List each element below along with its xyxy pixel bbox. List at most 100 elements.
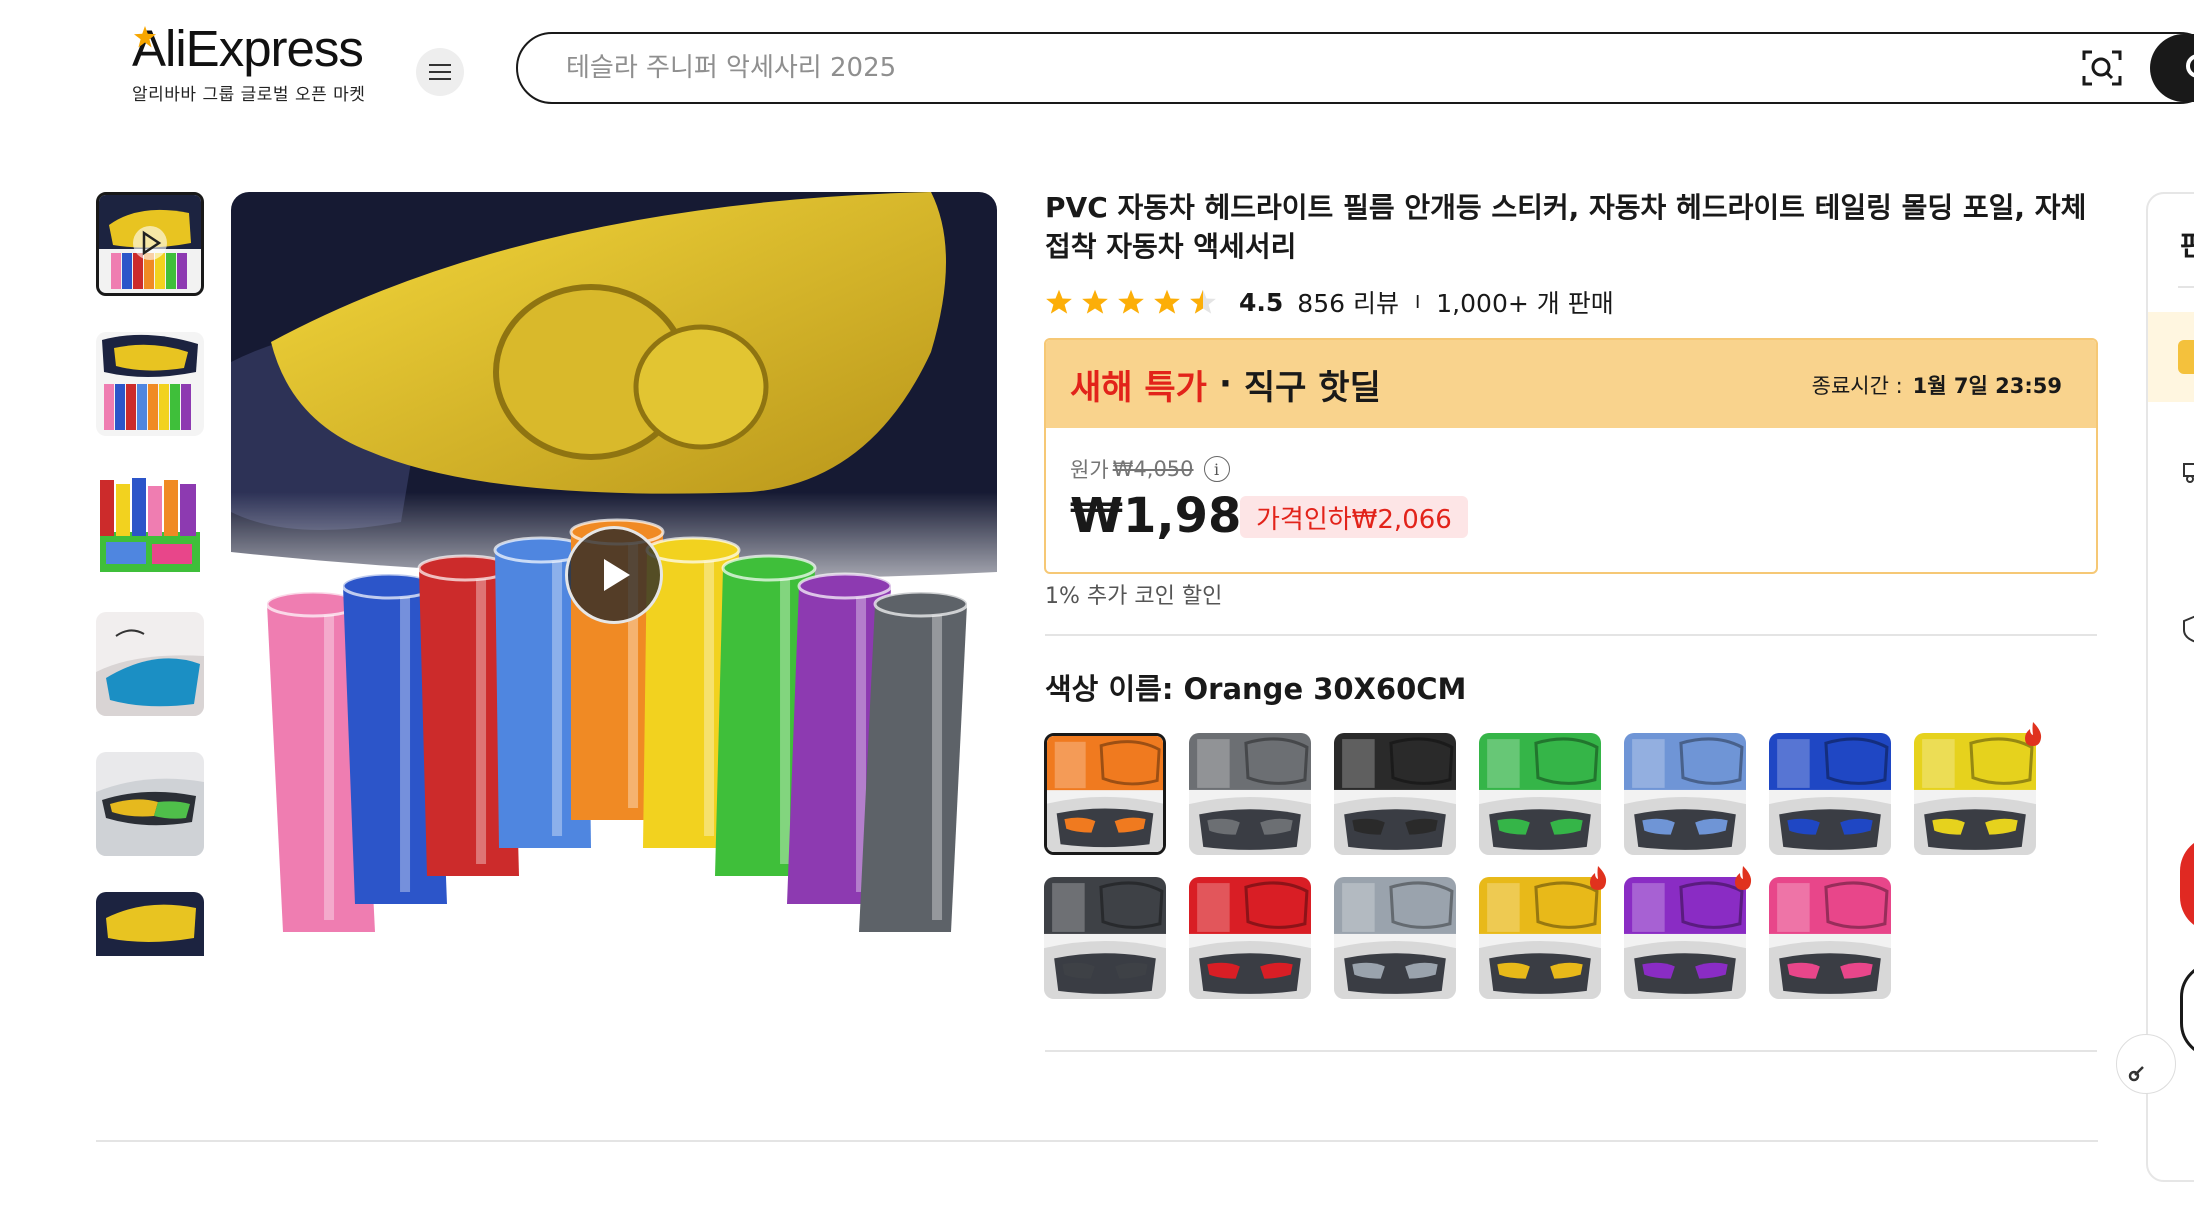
hot-flame-icon <box>1590 866 1607 890</box>
search-button[interactable] <box>2150 34 2194 102</box>
swatch-image <box>1047 736 1163 852</box>
search-input[interactable] <box>564 48 1964 88</box>
deal-box: 새해 특가 · 직구 핫딜 종료시간 : 1월 7일 23:59 원가 ₩4,05… <box>1044 338 2098 574</box>
aliexpress-logo[interactable]: AliExpress 알리바바 그룹 글로벌 오픈 마켓 <box>132 20 365 105</box>
color-swatch-dark-smoke[interactable] <box>1044 877 1166 999</box>
gallery-thumbnail[interactable] <box>96 192 204 296</box>
buy-now-button[interactable] <box>2180 836 2194 932</box>
swatch-image <box>1914 733 2036 855</box>
color-swatch-orange[interactable] <box>1044 733 1166 855</box>
menu-button[interactable] <box>416 48 464 96</box>
star-icon <box>1118 289 1144 314</box>
link-icon <box>2128 1066 2144 1082</box>
coupon-icon <box>2178 340 2194 374</box>
deal-label-red: 새해 특가 <box>1070 367 1207 408</box>
original-price-row: 원가 ₩4,050 i <box>1070 454 1230 484</box>
star-icon <box>1154 289 1180 314</box>
color-swatch-pink[interactable] <box>1769 877 1891 999</box>
logo-tagline: 알리바바 그룹 글로벌 오픈 마켓 <box>132 85 366 105</box>
star-rating[interactable] <box>1045 288 1217 316</box>
swatch-image <box>1624 877 1746 999</box>
star-icon <box>1046 289 1072 314</box>
deal-banner: 새해 특가 · 직구 핫딜 종료시간 : 1월 7일 23:59 <box>1046 340 2096 428</box>
discount-badge: 가격인하₩2,066 <box>1240 496 1468 538</box>
deal-end-label: 종료시간 : <box>1811 374 1903 398</box>
gallery-thumbnail[interactable] <box>96 472 204 576</box>
deal-label-black: 직구 핫딜 <box>1243 367 1381 408</box>
color-swatch-light-blue[interactable] <box>1624 733 1746 855</box>
separator: I <box>1414 291 1421 313</box>
divider <box>1045 634 2097 636</box>
original-price-label: 원가 <box>1070 458 1109 482</box>
divider <box>96 1140 2098 1142</box>
thumbnail-image <box>96 612 204 716</box>
swatch-image <box>1769 733 1891 855</box>
color-swatch-red[interactable] <box>1189 877 1311 999</box>
review-count-link[interactable]: 856 리뷰 <box>1297 284 1399 320</box>
side-purchase-panel: 판 <box>2146 192 2194 1182</box>
swatch-image <box>1769 877 1891 999</box>
film-roll-end <box>797 572 893 600</box>
thumbnail-image <box>96 892 204 956</box>
search-icon <box>2186 54 2194 78</box>
color-swatch-yellow[interactable] <box>1914 733 2036 855</box>
image-search-icon[interactable] <box>2080 48 2124 88</box>
coin-discount: 1% 추가 코인 할인 <box>1045 584 1223 609</box>
rating-score: 4.5 <box>1239 287 1284 317</box>
hot-flame-icon <box>2025 722 2042 746</box>
color-option-label: 색상 이름: Orange 30X60CM <box>1045 672 1467 706</box>
thumbnail-image <box>99 195 201 293</box>
half-star-icon <box>1190 289 1216 314</box>
color-swatch-green[interactable] <box>1479 733 1601 855</box>
roll-shine <box>324 612 335 920</box>
divider <box>2178 286 2194 288</box>
roll-shine <box>780 576 791 864</box>
play-icon <box>604 559 630 591</box>
logo-text: AliExpress <box>132 20 364 77</box>
gallery-thumbnail[interactable] <box>96 892 204 956</box>
roll-shine <box>704 558 715 836</box>
rating-row: 4.5 856 리뷰 I 1,000+ 개 판매 <box>1045 282 1614 322</box>
roll-shine <box>400 594 411 892</box>
divider <box>1045 1050 2097 1052</box>
swatch-image <box>1479 877 1601 999</box>
color-swatch-black[interactable] <box>1334 733 1456 855</box>
deal-end-value: 1월 7일 23:59 <box>1912 374 2062 398</box>
swatch-image <box>1479 733 1601 855</box>
original-price: ₩4,050 <box>1112 457 1194 481</box>
gallery-thumbnail[interactable] <box>96 752 204 856</box>
color-swatch-smoke-gray[interactable] <box>1189 733 1311 855</box>
color-swatch-blue[interactable] <box>1769 733 1891 855</box>
info-icon[interactable]: i <box>1203 456 1230 482</box>
swatch-image <box>1044 877 1166 999</box>
swatch-image <box>1189 733 1311 855</box>
deal-dot: · <box>1218 364 1232 404</box>
roll-shine <box>476 576 487 864</box>
film-roll <box>859 604 967 932</box>
gallery-thumbnail[interactable] <box>96 612 204 716</box>
add-to-cart-button[interactable] <box>2180 962 2194 1058</box>
film-roll-end <box>645 536 741 564</box>
deal-end-time: 종료시간 : 1월 7일 23:59 <box>1812 370 2062 400</box>
swatch-image <box>1189 877 1311 999</box>
gallery-thumbnail[interactable] <box>96 332 204 436</box>
color-swatch-gold-yellow[interactable] <box>1479 877 1601 999</box>
hot-flame-icon <box>1735 866 1752 890</box>
hamburger-icon <box>429 64 451 80</box>
thumbnail-image <box>96 332 204 436</box>
thumbnail-image <box>96 752 204 856</box>
roll-shine <box>932 612 943 920</box>
side-panel-title: 판 <box>2180 224 2194 264</box>
film-roll-end <box>873 590 969 618</box>
search-bar <box>516 32 2194 104</box>
video-play-button[interactable] <box>565 526 663 624</box>
logo-star-icon <box>134 26 156 48</box>
product-title: PVC 자동차 헤드라이트 필름 안개등 스티커, 자동차 헤드라이트 테일링 … <box>1045 191 2087 263</box>
thumbnail-image <box>96 472 204 576</box>
shipping-icon <box>2183 463 2194 483</box>
color-swatch-purple[interactable] <box>1624 877 1746 999</box>
swatch-image <box>1334 733 1456 855</box>
share-button[interactable] <box>2116 1034 2176 1094</box>
color-swatch-clear[interactable] <box>1334 877 1456 999</box>
side-highlight <box>2148 312 2194 402</box>
